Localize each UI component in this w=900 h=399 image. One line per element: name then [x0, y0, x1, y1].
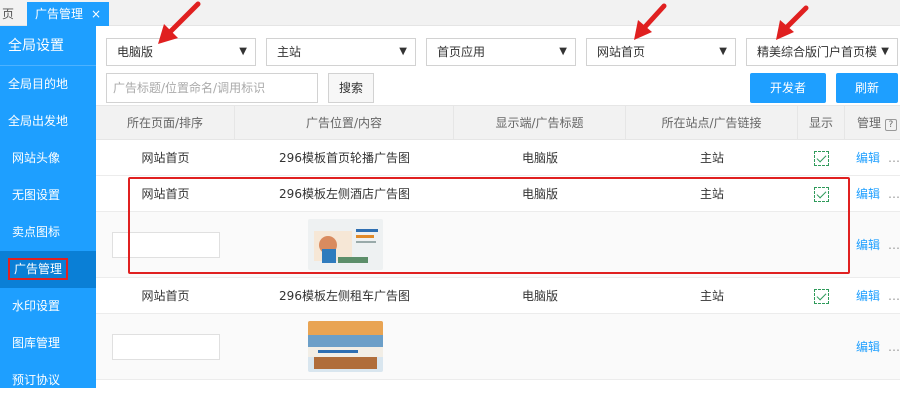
table-row-image: 编辑 … — [96, 314, 900, 380]
sidebar-item-global-departure[interactable]: 全局出发地 — [0, 103, 96, 140]
row-device: 电脑版 — [521, 151, 558, 165]
caret-down-icon: ▼ — [399, 46, 407, 57]
page-select[interactable]: 网站首页 ▼ — [586, 38, 736, 66]
row-position: 296模板左侧租车广告图 — [279, 289, 410, 303]
more-icon[interactable]: … — [888, 227, 900, 263]
table-row: 网站首页 296模板首页轮播广告图 电脑版 主站 编辑 … — [96, 140, 900, 176]
edit-link[interactable]: 编辑 — [856, 140, 880, 176]
edit-link[interactable]: 编辑 — [856, 278, 880, 314]
sidebar: 全局设置 全局目的地 全局出发地 网站头像 无图设置 卖点图标 广告管理 水印设… — [0, 26, 96, 388]
row-position: 296模板首页轮播广告图 — [279, 151, 410, 165]
table-header: 所在页面/排序 广告位置/内容 显示端/广告标题 所在站点/广告链接 显示 管理… — [96, 105, 900, 140]
row-site: 主站 — [699, 187, 724, 201]
col-device: 显示端/广告标题 — [454, 106, 626, 140]
tab-label: 广告管理 — [35, 7, 84, 21]
table-row: 网站首页 296模板左侧酒店广告图 电脑版 主站 编辑 … — [96, 176, 900, 212]
edit-link[interactable]: 编辑 — [856, 227, 880, 263]
sidebar-item-global-destination[interactable]: 全局目的地 — [0, 66, 96, 103]
row-site: 主站 — [699, 151, 724, 165]
search-input[interactable]: 广告标题/位置命名/调用标识 — [106, 73, 318, 103]
sidebar-item-booking-agreement[interactable]: 预订协议 — [0, 362, 96, 399]
table-row-image: 编辑 … — [96, 212, 900, 278]
col-position: 广告位置/内容 — [235, 106, 454, 140]
sort-input[interactable] — [112, 334, 220, 360]
tab-bar: 页 广告管理 × — [0, 0, 900, 26]
sidebar-item-ad-management[interactable]: 广告管理 — [0, 251, 96, 288]
filter-bar: 电脑版 ▼ 主站 ▼ 首页应用 ▼ 网站首页 ▼ 精美综合版门户首页模 ▼ — [96, 26, 900, 71]
sidebar-item-selling-icons[interactable]: 卖点图标 — [0, 214, 96, 251]
sidebar-item-no-image[interactable]: 无图设置 — [0, 177, 96, 214]
edit-link[interactable]: 编辑 — [856, 176, 880, 212]
display-checkbox[interactable] — [814, 289, 829, 304]
tab-home[interactable]: 页 — [0, 3, 19, 26]
sidebar-item-site-avatar[interactable]: 网站头像 — [0, 140, 96, 177]
col-manage: 管理 ? — [845, 106, 900, 140]
refresh-button[interactable]: 刷新 — [836, 73, 898, 103]
close-icon[interactable]: × — [91, 7, 101, 21]
table-row: 网站首页 296模板左侧租车广告图 电脑版 主站 编辑 … — [96, 278, 900, 314]
sidebar-item-gallery[interactable]: 图库管理 — [0, 325, 96, 362]
device-select[interactable]: 电脑版 ▼ — [106, 38, 256, 66]
col-site: 所在站点/广告链接 — [626, 106, 798, 140]
caret-down-icon: ▼ — [239, 46, 247, 57]
help-icon[interactable]: ? — [884, 119, 897, 131]
more-icon[interactable]: … — [888, 176, 900, 212]
col-page: 所在页面/排序 — [96, 106, 235, 140]
more-icon[interactable]: … — [888, 278, 900, 314]
row-device: 电脑版 — [521, 187, 558, 201]
ad-thumbnail[interactable] — [308, 219, 383, 270]
caret-down-icon: ▼ — [881, 46, 889, 57]
ad-thumbnail[interactable] — [308, 321, 383, 372]
sidebar-title[interactable]: 全局设置 — [0, 26, 96, 66]
edit-link[interactable]: 编辑 — [856, 329, 880, 365]
row-page: 网站首页 — [141, 187, 190, 201]
row-page: 网站首页 — [141, 289, 190, 303]
search-button[interactable]: 搜索 — [328, 73, 374, 103]
more-icon[interactable]: … — [888, 329, 900, 365]
display-checkbox[interactable] — [814, 187, 829, 202]
caret-down-icon: ▼ — [559, 46, 567, 57]
tab-ad-management[interactable]: 广告管理 × — [27, 2, 110, 26]
row-device: 电脑版 — [521, 289, 558, 303]
ad-table: 所在页面/排序 广告位置/内容 显示端/广告标题 所在站点/广告链接 显示 管理… — [96, 105, 900, 380]
display-checkbox[interactable] — [814, 151, 829, 166]
developer-button[interactable]: 开发者 — [750, 73, 826, 103]
row-position: 296模板左侧酒店广告图 — [279, 187, 410, 201]
row-page: 网站首页 — [141, 151, 190, 165]
row-site: 主站 — [699, 289, 724, 303]
template-select[interactable]: 精美综合版门户首页模 ▼ — [746, 38, 898, 66]
search-row: 广告标题/位置命名/调用标识 搜索 开发者 刷新 — [96, 71, 900, 105]
sidebar-item-watermark[interactable]: 水印设置 — [0, 288, 96, 325]
app-select[interactable]: 首页应用 ▼ — [426, 38, 576, 66]
col-display: 显示 — [798, 106, 845, 140]
caret-down-icon: ▼ — [719, 46, 727, 57]
sort-input[interactable] — [112, 232, 220, 258]
site-select[interactable]: 主站 ▼ — [266, 38, 416, 66]
more-icon[interactable]: … — [888, 140, 900, 176]
